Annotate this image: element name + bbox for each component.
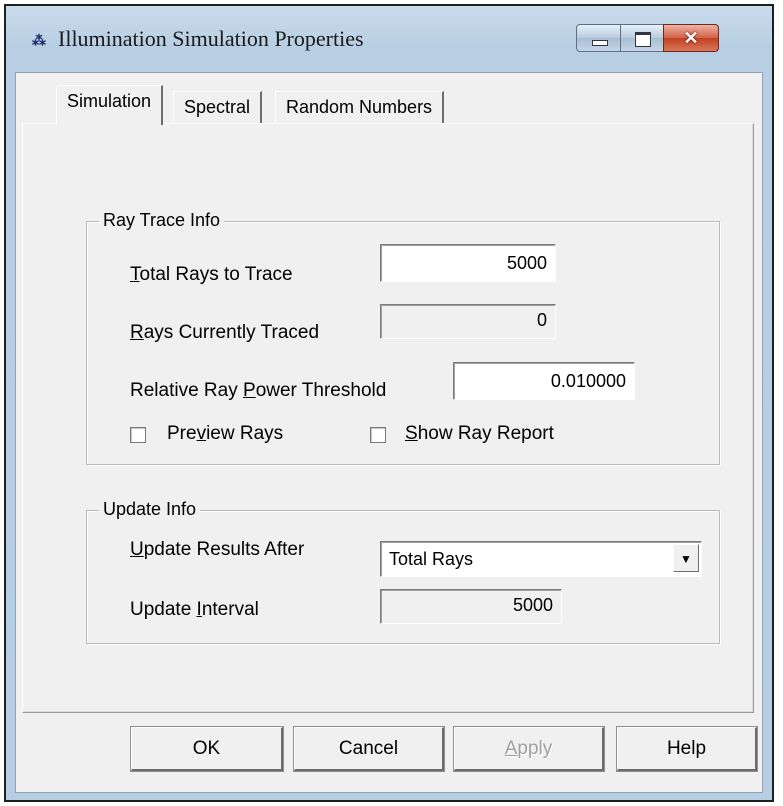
update-interval-field: 5000	[380, 589, 562, 624]
update-results-after-label: Update Results After	[130, 539, 305, 560]
total-rays-input[interactable]: 5000	[380, 244, 556, 282]
update-info-group: Update Info Update Results After Total R…	[86, 499, 720, 644]
ok-button[interactable]: OK	[131, 727, 283, 771]
help-button[interactable]: Help	[617, 727, 757, 771]
show-ray-report-checkbox[interactable]	[370, 427, 386, 443]
minimize-icon	[592, 40, 608, 46]
tab-simulation[interactable]: Simulation	[56, 85, 164, 125]
tab-spectral[interactable]: Spectral	[173, 91, 263, 124]
rays-traced-label: Rays Currently Traced	[130, 322, 320, 343]
simulation-panel: Ray Trace Info Total Rays to Trace 5000 …	[22, 123, 754, 713]
tab-random-numbers[interactable]: Random Numbers	[275, 91, 445, 124]
window-title: Illumination Simulation Properties	[58, 26, 364, 51]
update-results-after-select[interactable]: Total Rays ▼	[380, 541, 702, 577]
dialog-window: ⁂ Illumination Simulation Properties ✕ S…	[4, 4, 774, 802]
show-ray-report-label[interactable]: Show Ray Report	[405, 423, 554, 445]
cancel-button[interactable]: Cancel	[294, 727, 444, 771]
chevron-down-icon[interactable]: ▼	[673, 544, 699, 572]
ray-trace-info-label: Ray Trace Info	[99, 210, 225, 231]
close-button[interactable]: ✕	[663, 24, 719, 52]
preview-rays-label[interactable]: Preview Rays	[167, 423, 283, 445]
update-results-after-value: Total Rays	[389, 549, 474, 569]
app-icon: ⁂	[32, 32, 46, 48]
minimize-button[interactable]	[576, 24, 621, 52]
maximize-icon	[635, 32, 651, 47]
preview-rays-checkbox[interactable]	[130, 427, 146, 443]
maximize-button[interactable]	[620, 24, 664, 52]
close-icon: ✕	[683, 28, 699, 48]
title-bar[interactable]: ⁂ Illumination Simulation Properties ✕	[6, 6, 772, 72]
apply-button[interactable]: Apply	[454, 727, 604, 771]
ray-trace-info-group: Ray Trace Info Total Rays to Trace 5000 …	[86, 210, 720, 465]
dialog-client: Simulation Spectral Random Numbers Ray T…	[15, 72, 763, 793]
threshold-input[interactable]: 0.010000	[453, 362, 635, 400]
threshold-label: Relative Ray Power Threshold	[130, 380, 387, 401]
total-rays-label: Total Rays to Trace	[130, 264, 293, 285]
rays-traced-field: 0	[380, 304, 556, 339]
update-interval-label: Update Interval	[130, 599, 259, 620]
update-info-label: Update Info	[99, 499, 201, 520]
